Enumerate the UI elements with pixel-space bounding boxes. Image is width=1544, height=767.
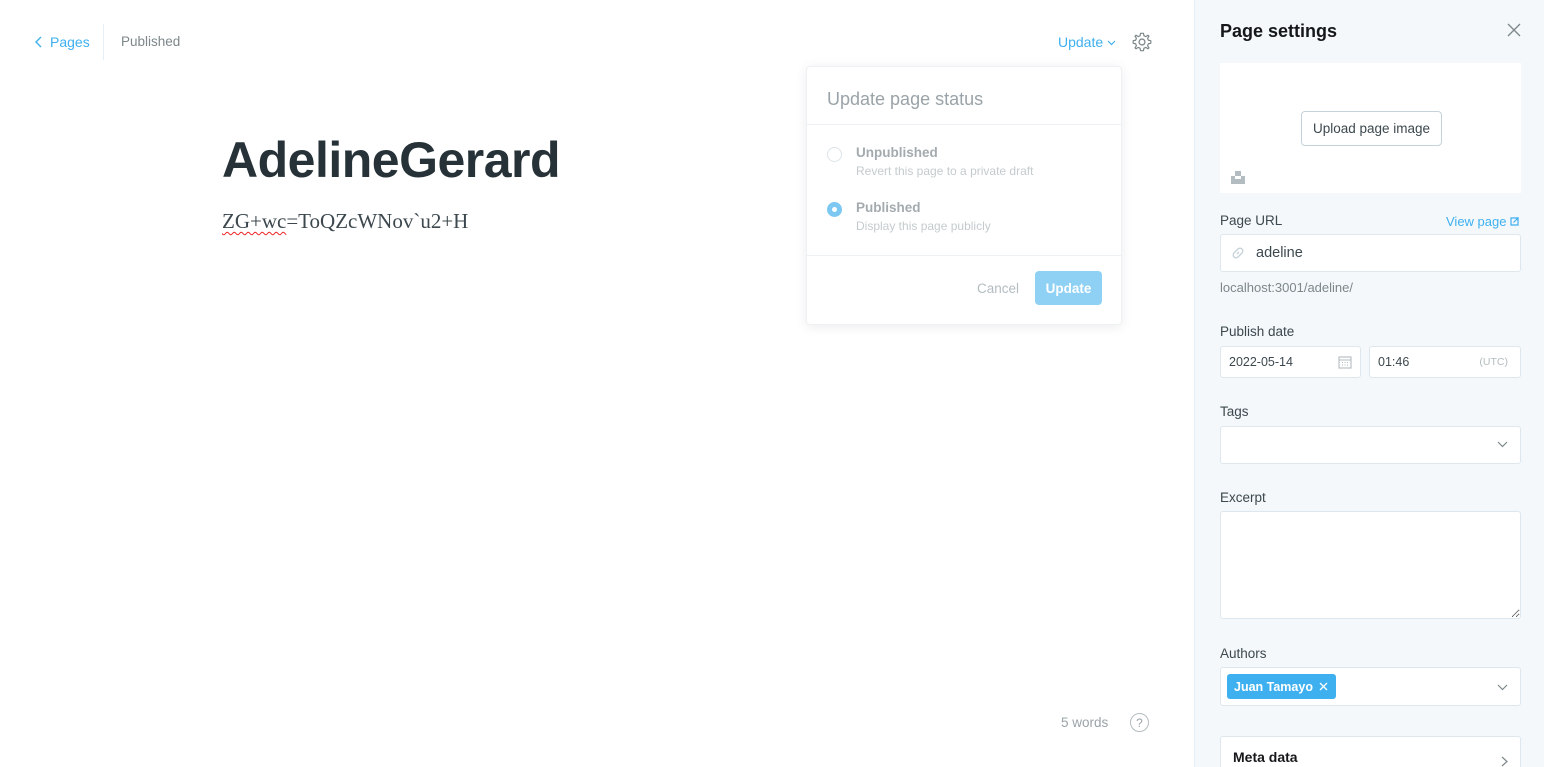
publish-time-input[interactable]	[1378, 355, 1468, 369]
close-icon[interactable]	[1506, 22, 1522, 38]
authors-label: Authors	[1220, 646, 1267, 661]
misspelled-word: ZG+wc	[222, 209, 287, 233]
timezone-label: (UTC)	[1479, 356, 1508, 368]
chevron-down-icon	[1497, 684, 1508, 691]
option-published[interactable]: Published Display this page publicly	[827, 200, 991, 233]
chevron-left-icon	[35, 36, 42, 48]
publish-date-field[interactable]	[1220, 346, 1361, 378]
publish-date-input[interactable]	[1229, 355, 1319, 369]
help-glyph: ?	[1136, 715, 1143, 730]
radio-unpublished[interactable]	[827, 147, 842, 162]
chevron-down-icon	[1107, 40, 1116, 46]
page-settings-panel: Page settings Upload page image Page URL…	[1194, 0, 1544, 767]
back-link-label: Pages	[50, 34, 90, 50]
tags-select[interactable]	[1220, 426, 1521, 464]
excerpt-field[interactable]	[1220, 511, 1521, 619]
chevron-down-icon	[1497, 441, 1508, 448]
excerpt-textarea[interactable]	[1221, 512, 1520, 618]
publish-options: Unpublished Revert this page to a privat…	[807, 125, 1121, 256]
cancel-button[interactable]: Cancel	[977, 281, 1019, 296]
back-to-pages-link[interactable]: Pages	[34, 33, 90, 51]
body-text-rest: =ToQZcWNov`u2+H	[286, 209, 469, 233]
upload-page-image-button[interactable]: Upload page image	[1301, 111, 1442, 146]
radio-published[interactable]	[827, 202, 842, 217]
page-body-text[interactable]: ZG+wc=ToQZcWNov`u2+H	[222, 209, 468, 234]
gear-icon[interactable]	[1131, 31, 1153, 53]
unsplash-icon[interactable]	[1231, 171, 1245, 184]
publish-menu-heading: Update page status	[807, 67, 1121, 125]
chevron-right-icon	[1501, 756, 1508, 767]
page-url-label: Page URL	[1220, 213, 1283, 228]
publish-date-label: Publish date	[1220, 324, 1295, 339]
author-name: Juan Tamayo	[1234, 679, 1313, 694]
page-image-dropzone[interactable]: Upload page image	[1220, 63, 1521, 193]
update-dropdown-trigger[interactable]: Update	[1058, 34, 1116, 50]
remove-author-icon[interactable]	[1319, 682, 1328, 691]
external-link-icon	[1510, 217, 1520, 226]
authors-select[interactable]: Juan Tamayo	[1220, 667, 1521, 706]
update-button[interactable]: Update	[1035, 271, 1102, 305]
page-url-input[interactable]	[1256, 245, 1496, 261]
page-status-text: Published	[121, 34, 181, 49]
link-icon	[1232, 247, 1244, 259]
page-title[interactable]: AdelineGerard	[222, 130, 561, 190]
meta-data-row[interactable]: Meta data	[1220, 736, 1521, 767]
publish-time-field[interactable]: (UTC)	[1369, 346, 1521, 378]
editor-area: Pages Published Update AdelineGerard ZG+…	[0, 0, 1194, 767]
meta-data-label: Meta data	[1233, 749, 1298, 765]
update-trigger-label: Update	[1058, 34, 1104, 50]
excerpt-label: Excerpt	[1220, 490, 1266, 505]
option-label: Published	[856, 200, 921, 215]
publish-status-menu: Update page status Unpublished Revert th…	[806, 66, 1122, 325]
publish-menu-actions: Cancel Update	[807, 271, 1123, 305]
page-url-field[interactable]	[1220, 234, 1521, 272]
calendar-icon[interactable]	[1338, 355, 1352, 369]
option-description: Revert this page to a private draft	[856, 164, 1034, 178]
author-chip[interactable]: Juan Tamayo	[1227, 674, 1336, 699]
page-url-preview: localhost:3001/adeline/	[1220, 280, 1353, 295]
option-label: Unpublished	[856, 145, 938, 160]
view-page-label: View page	[1446, 214, 1507, 229]
option-unpublished[interactable]: Unpublished Revert this page to a privat…	[827, 145, 1033, 178]
panel-title: Page settings	[1220, 21, 1338, 41]
breadcrumb-divider	[103, 24, 104, 60]
view-page-link[interactable]: View page	[1446, 214, 1520, 229]
tags-label: Tags	[1220, 404, 1249, 419]
option-description: Display this page publicly	[856, 219, 991, 233]
help-icon[interactable]: ?	[1130, 713, 1149, 732]
word-count: 5 words	[1061, 715, 1109, 730]
